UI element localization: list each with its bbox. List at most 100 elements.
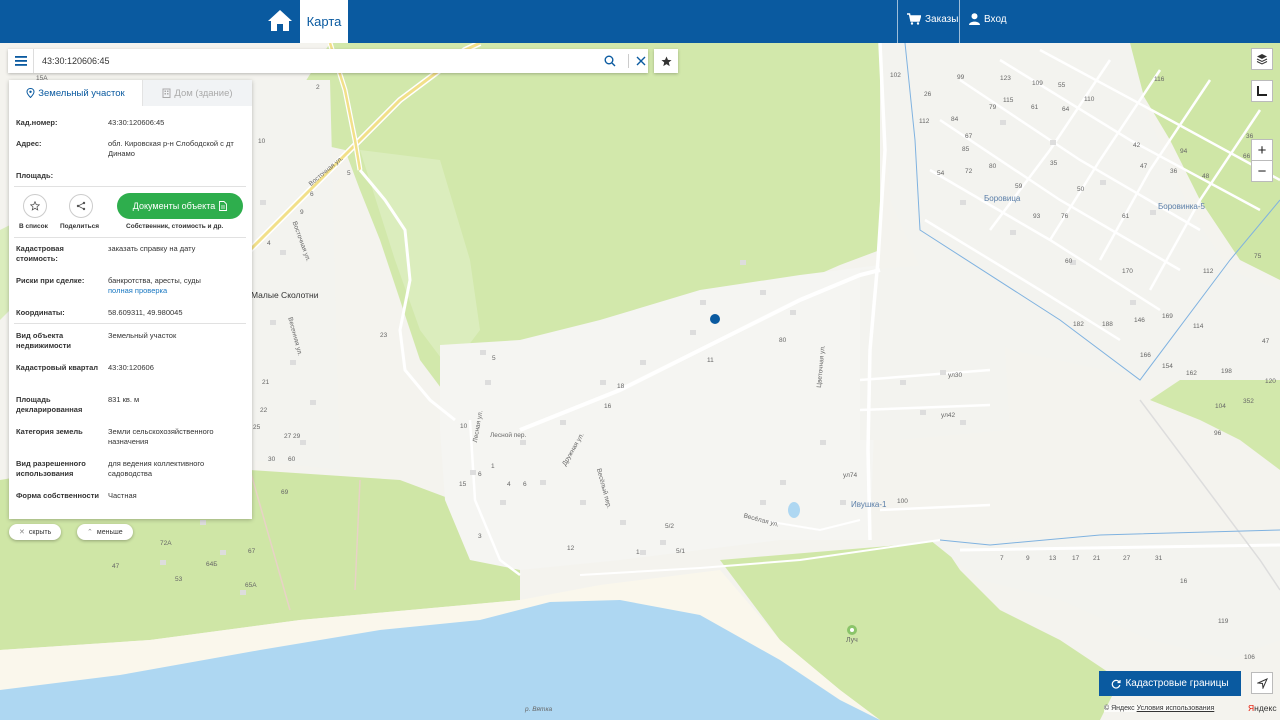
house-number: 9 [300,209,304,216]
house-number: 162 [1186,370,1197,377]
street-label: ул74 [843,472,858,479]
risks-text: банкротства, аресты, суды [108,276,201,285]
house-number: 72 [965,168,973,175]
favorites-button[interactable] [654,49,678,73]
category-value: Земли сельскохозяйственного назначения [108,427,214,446]
zoom-out-button[interactable]: − [1251,160,1273,182]
zoom-in-button[interactable]: + [1251,139,1273,161]
quarter-value: 43:30:120606 [108,363,154,372]
house-number: 6 [310,191,314,198]
cadastral-boundaries-label: Кадастровые границы [1125,678,1229,689]
street-label: Лесной пер. [490,432,527,439]
cadastral-boundaries-button[interactable]: Кадастровые границы [1099,671,1241,696]
house-number: 65А [245,582,257,589]
collapse-panel-button[interactable]: ⌃ меньше [77,524,133,540]
search-bar [8,49,648,73]
house-number: 48 [1202,173,1210,180]
geolocation-button[interactable] [1251,672,1273,694]
house-number: 94 [1180,148,1188,155]
object-documents-button[interactable]: Документы объекта [117,193,243,219]
login-label: Вход [984,13,1007,25]
panel-tabs: Земельный участок Дом (здание) [9,80,252,106]
house-number: 170 [1122,268,1133,275]
house-number: 27 [284,433,292,440]
house-number: 17 [1072,555,1080,562]
menu-button[interactable] [8,49,34,73]
house-number: 27 [1123,555,1131,562]
share-icon [76,201,86,211]
full-check-link[interactable]: полная проверка [108,286,167,295]
house-number: 72А [160,540,172,547]
house-number: 123 [1000,75,1011,82]
share-button[interactable] [69,194,93,218]
house-number: 67 [248,548,256,555]
house-number: 47 [1140,163,1148,170]
house-number: 114 [1193,323,1204,330]
yandex-logo[interactable]: Яндекс [1248,703,1277,713]
house-number: 85 [962,146,970,153]
refresh-icon [1112,679,1122,689]
field-label: Вид разрешенного использования [16,459,86,478]
tab-map[interactable]: Карта [300,0,348,43]
layers-button[interactable] [1251,48,1273,70]
home-icon[interactable] [266,8,296,34]
house-number: 76 [1061,213,1069,220]
hide-panel-button[interactable]: ✕ скрыть [9,524,62,540]
tab-house[interactable]: Дом (здание) [142,80,252,106]
copyright-text: © Яндекс [1104,705,1135,712]
minus-icon: − [1257,162,1267,180]
tab-land-plot[interactable]: Земельный участок [9,80,142,106]
house-number: 6 [478,471,482,478]
house-number: 10 [258,138,266,145]
house-number: 154 [1162,363,1173,370]
building-icon [162,88,171,98]
house-number: 5/2 [665,523,675,530]
share-label: Поделиться [60,223,100,230]
search-icon[interactable] [604,54,616,72]
house-number: 42 [1133,142,1141,149]
house-number: 47 [112,563,120,570]
chevron-up-icon: ⌃ [87,529,93,536]
house-number: 102 [890,72,901,79]
house-number: 21 [1093,555,1101,562]
house-number: 80 [779,337,787,344]
house-number: 9 [1026,555,1030,562]
clear-search-icon[interactable] [635,54,647,72]
search-input[interactable] [42,52,592,70]
object-documents-label: Документы объекта [132,201,216,211]
house-number: 84 [951,116,959,123]
house-number: 104 [1215,403,1226,410]
house-number: 26 [924,91,932,98]
house-number: 30 [268,456,276,463]
house-number: 80 [989,163,997,170]
street-label: ул30 [948,372,963,379]
add-to-list-button[interactable] [23,194,47,218]
house-number: 120 [1265,378,1276,385]
house-number: 106 [1244,654,1255,661]
field-label: Координаты: [16,308,65,317]
object-type-value: Земельный участок [108,331,177,340]
house-number: 21 [262,379,270,386]
user-icon [969,13,980,25]
place-label: Боровица [984,194,1021,203]
house-number: 352 [1243,398,1254,405]
hamburger-icon [14,56,27,66]
house-number: 4 [267,240,271,247]
measure-button[interactable] [1251,80,1273,102]
ruler-icon [1257,86,1267,96]
house-number: 112 [919,118,930,125]
terms-link[interactable]: Условия использования [1137,705,1215,712]
house-number: 1 [491,463,495,470]
house-number: 55 [1058,82,1066,89]
cad-number-link[interactable]: 43:30:120606:45 [108,118,246,128]
house-number: 93 [1033,213,1041,220]
order-certificate-link[interactable]: заказать справку на дату [108,244,246,254]
house-number: 7 [1000,555,1004,562]
house-number: 116 [1154,76,1165,83]
house-number: 59 [1015,183,1023,190]
house-number: 15 [459,481,467,488]
orders-link[interactable]: Заказы [907,13,958,25]
house-number: 166 [1140,352,1151,359]
pin-icon [26,88,35,98]
login-link[interactable]: Вход [969,13,1007,25]
